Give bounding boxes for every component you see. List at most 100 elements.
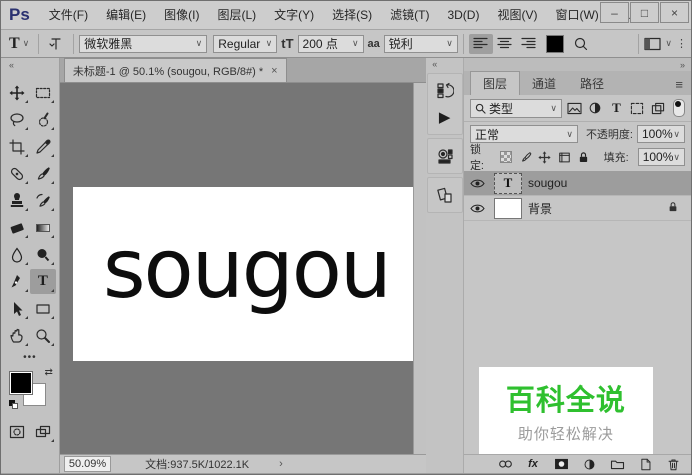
filter-pixel-layers-button[interactable] (566, 100, 583, 117)
new-adjustment-layer-button[interactable] (581, 457, 597, 471)
edit-toolbar-button[interactable]: ••• (23, 352, 37, 363)
link-layers-button[interactable] (497, 457, 513, 471)
close-button[interactable]: × (660, 2, 689, 23)
path-selection-tool[interactable] (4, 296, 30, 321)
layer-row-background[interactable]: 背景 (463, 196, 691, 221)
lock-artboard-button[interactable] (557, 150, 571, 165)
dodge-tool[interactable] (30, 242, 56, 267)
align-right-button[interactable] (517, 34, 541, 54)
tab-close-icon[interactable]: × (271, 65, 277, 77)
menu-image[interactable]: 图像(I) (155, 2, 208, 29)
styles-panel-button[interactable] (432, 143, 458, 169)
panel-menu-icon[interactable]: ≡ (675, 77, 683, 92)
layer-name[interactable]: 背景 (528, 200, 667, 217)
maximize-button[interactable]: □ (630, 2, 659, 23)
lock-transparency-button[interactable] (499, 150, 513, 165)
menu-3d[interactable]: 3D(D) (438, 2, 488, 29)
text-orientation-button[interactable] (44, 36, 68, 52)
lock-position-button[interactable] (538, 150, 552, 165)
canvas-pasteboard[interactable]: sougou (59, 82, 427, 454)
pen-tool[interactable] (4, 269, 30, 294)
default-colors-icon[interactable] (8, 400, 19, 409)
status-options-icon[interactable]: › (279, 458, 283, 470)
new-layer-button[interactable] (637, 457, 653, 471)
tab-layers[interactable]: 图层 (469, 71, 520, 95)
filter-adjustment-layers-button[interactable] (587, 100, 604, 117)
move-tool[interactable] (4, 80, 30, 105)
quick-selection-tool[interactable] (30, 107, 56, 132)
zoom-tool[interactable] (30, 323, 56, 348)
layer-row-sougou[interactable]: T sougou (463, 171, 691, 196)
lock-pixels-button[interactable] (518, 150, 532, 165)
tool-preset-picker[interactable]: T ∨ (5, 35, 33, 53)
document-canvas[interactable]: sougou (72, 187, 420, 361)
brush-tool[interactable] (30, 161, 56, 186)
font-size-select[interactable]: 200 点 ∨ (297, 34, 364, 53)
menu-layer[interactable]: 图层(L) (208, 2, 265, 29)
menu-filter[interactable]: 滤镜(T) (381, 2, 438, 29)
fill-select[interactable]: 100% ∨ (637, 148, 685, 166)
font-style-select[interactable]: Regular ∨ (213, 34, 278, 53)
clone-stamp-tool[interactable] (4, 188, 30, 213)
layer-style-button[interactable]: fx (525, 457, 541, 471)
actions-panel-button[interactable]: ▶ (432, 104, 458, 130)
filter-type-select[interactable]: 类型 ∨ (469, 98, 562, 118)
font-family-select[interactable]: 微软雅黑 ∨ (79, 34, 208, 53)
chevron-down-icon[interactable]: ∨ (665, 38, 672, 49)
healing-brush-tool[interactable] (4, 161, 30, 186)
filter-smart-objects-button[interactable] (650, 100, 667, 117)
menu-select[interactable]: 选择(S) (323, 2, 381, 29)
vertical-scrollbar[interactable] (413, 83, 427, 454)
filter-type-layers-button[interactable]: T (608, 100, 625, 117)
filter-shape-layers-button[interactable] (629, 100, 646, 117)
options-overflow-icon[interactable]: ⋮ (676, 37, 687, 50)
menu-edit[interactable]: 编辑(E) (97, 2, 155, 29)
tab-channels[interactable]: 通道 (520, 72, 568, 95)
collapse-tools-icon[interactable]: « (1, 58, 14, 72)
opacity-select[interactable]: 100% ∨ (637, 125, 685, 143)
visibility-toggle[interactable] (468, 178, 488, 189)
crop-tool[interactable] (4, 134, 30, 159)
align-left-button[interactable] (468, 33, 493, 54)
menu-view[interactable]: 视图(V) (488, 2, 546, 29)
warp-text-button[interactable] (569, 34, 593, 54)
quick-mask-button[interactable] (4, 419, 30, 444)
expand-panels-icon[interactable]: « (426, 58, 437, 70)
foreground-color-swatch[interactable] (8, 371, 33, 395)
eyedropper-tool[interactable] (30, 134, 56, 159)
clone-source-panel-button[interactable] (432, 182, 458, 208)
layer-name[interactable]: sougou (528, 176, 687, 190)
document-tab[interactable]: 未标题-1 @ 50.1% (sougou, RGB/8#) * × (63, 58, 287, 82)
gradient-tool[interactable] (30, 215, 56, 240)
history-brush-tool[interactable] (30, 188, 56, 213)
swap-colors-icon[interactable]: ⇄ (45, 367, 53, 378)
lock-all-button[interactable] (576, 150, 590, 165)
minimize-button[interactable]: – (600, 2, 629, 23)
history-panel-button[interactable] (432, 78, 458, 104)
eraser-tool[interactable] (4, 215, 30, 240)
toggle-panels-icon[interactable] (644, 37, 662, 51)
align-center-button[interactable] (493, 34, 517, 54)
type-tool[interactable]: T (29, 269, 56, 294)
collapse-dock-icon[interactable]: » (680, 60, 685, 70)
background-layer-thumbnail[interactable] (493, 197, 522, 219)
anti-alias-select[interactable]: 锐利 ∨ (383, 34, 458, 53)
zoom-level-field[interactable]: 50.09% (63, 456, 112, 472)
tab-paths[interactable]: 路径 (568, 72, 616, 95)
visibility-toggle[interactable] (468, 203, 488, 214)
screen-mode-button[interactable] (30, 419, 56, 444)
shape-tool[interactable] (30, 296, 56, 321)
marquee-tool[interactable] (30, 80, 56, 105)
menu-file[interactable]: 文件(F) (40, 2, 97, 29)
blur-tool[interactable] (4, 242, 30, 267)
text-layer-thumbnail[interactable]: T (493, 172, 522, 194)
menu-type[interactable]: 文字(Y) (265, 2, 323, 29)
lasso-tool[interactable] (4, 107, 30, 132)
new-group-button[interactable] (609, 457, 625, 471)
add-layer-mask-button[interactable] (553, 457, 569, 471)
hand-tool[interactable] (4, 323, 30, 348)
text-color-swatch[interactable] (545, 34, 564, 53)
window-controls: – □ × (599, 2, 689, 23)
delete-layer-button[interactable] (665, 457, 681, 471)
filter-toggle-switch[interactable] (672, 99, 685, 117)
